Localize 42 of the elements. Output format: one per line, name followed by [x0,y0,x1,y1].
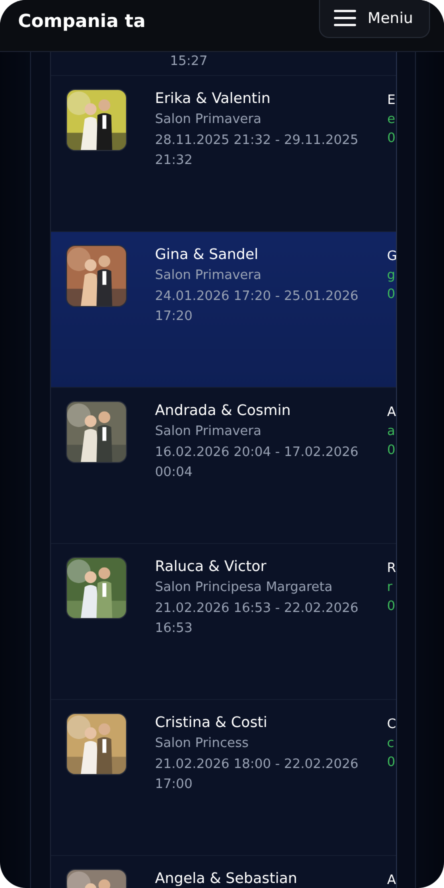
event-dates: 24.01.2026 17:20 - 25.01.2026 17:20 [155,288,360,326]
column-text: 0 [387,598,396,616]
event-venue: Salon Princess [155,735,250,753]
column-text: E [387,92,396,110]
column-text: r [387,579,394,597]
column-text: G [387,248,396,266]
event-name: Angela & Sebastian [155,870,298,888]
column-text: 0 [387,442,396,460]
event-dates: 16.02.2026 20:04 - 17.02.2026 00:04 [155,444,360,482]
event-row[interactable]: Raluca & Victor Salon Principesa Margareta 21.02.2026 16:53 - 22.02.2026 16:53 R r 0 [51,544,396,700]
event-row[interactable]: Gina & Sandel Salon Primavera 24.01.2026 17:20 - 25.01.2026 17:20 G g 0 [51,232,396,388]
event-dates: 21.02.2026 16:53 - 22.02.2026 16:53 [155,600,360,638]
column-text: g [387,267,396,285]
event-name: Raluca & Victor [155,558,268,577]
menu-icon [334,9,356,27]
column-text: 0 [387,754,396,772]
event-dates: 28.11.2025 21:32 - 29.11.2025 21:32 [155,132,360,170]
column-text: a [387,423,396,441]
event-row[interactable]: Andrada & Cosmin Salon Primavera 16.02.2026 20:04 - 17.02.2026 00:04 A a 0 [51,388,396,544]
event-dates: 21.02.2026 18:00 - 22.02.2026 17:00 [155,756,360,794]
event-venue: Salon Primavera [155,267,262,285]
event-name: Cristina & Costi [155,714,268,733]
column-text: 0 [387,286,396,304]
column-text: C [387,716,396,734]
column-text: e [387,111,396,129]
event-row[interactable]: Erika & Valentin Salon Primavera 28.11.2025 21:32 - 29.11.2025 21:32 E e 0 [51,76,396,232]
event-venue: Salon Primavera [155,111,262,129]
app-title: Compania ta [18,11,146,32]
column-text: 0 [387,130,396,148]
column-text: c [387,735,396,753]
column-text: A [387,872,396,888]
event-row[interactable]: Angela & Sebastian A [51,856,396,888]
event-name: Erika & Valentin [155,90,272,109]
menu-button[interactable]: Meniu [318,0,430,38]
event-dates: 15:27 [170,53,208,71]
event-venue: Salon Primavera [155,423,262,441]
event-name: Gina & Sandel [155,246,260,265]
event-row[interactable]: Cristina & Costi Salon Princess 21.02.2026 18:00 - 22.02.2026 17:00 C c 0 [51,700,396,856]
column-text: A [387,404,396,422]
event-name: Andrada & Cosmin [155,402,292,421]
column-text: R [387,560,396,578]
event-venue: Salon Principesa Margareta [155,579,334,597]
